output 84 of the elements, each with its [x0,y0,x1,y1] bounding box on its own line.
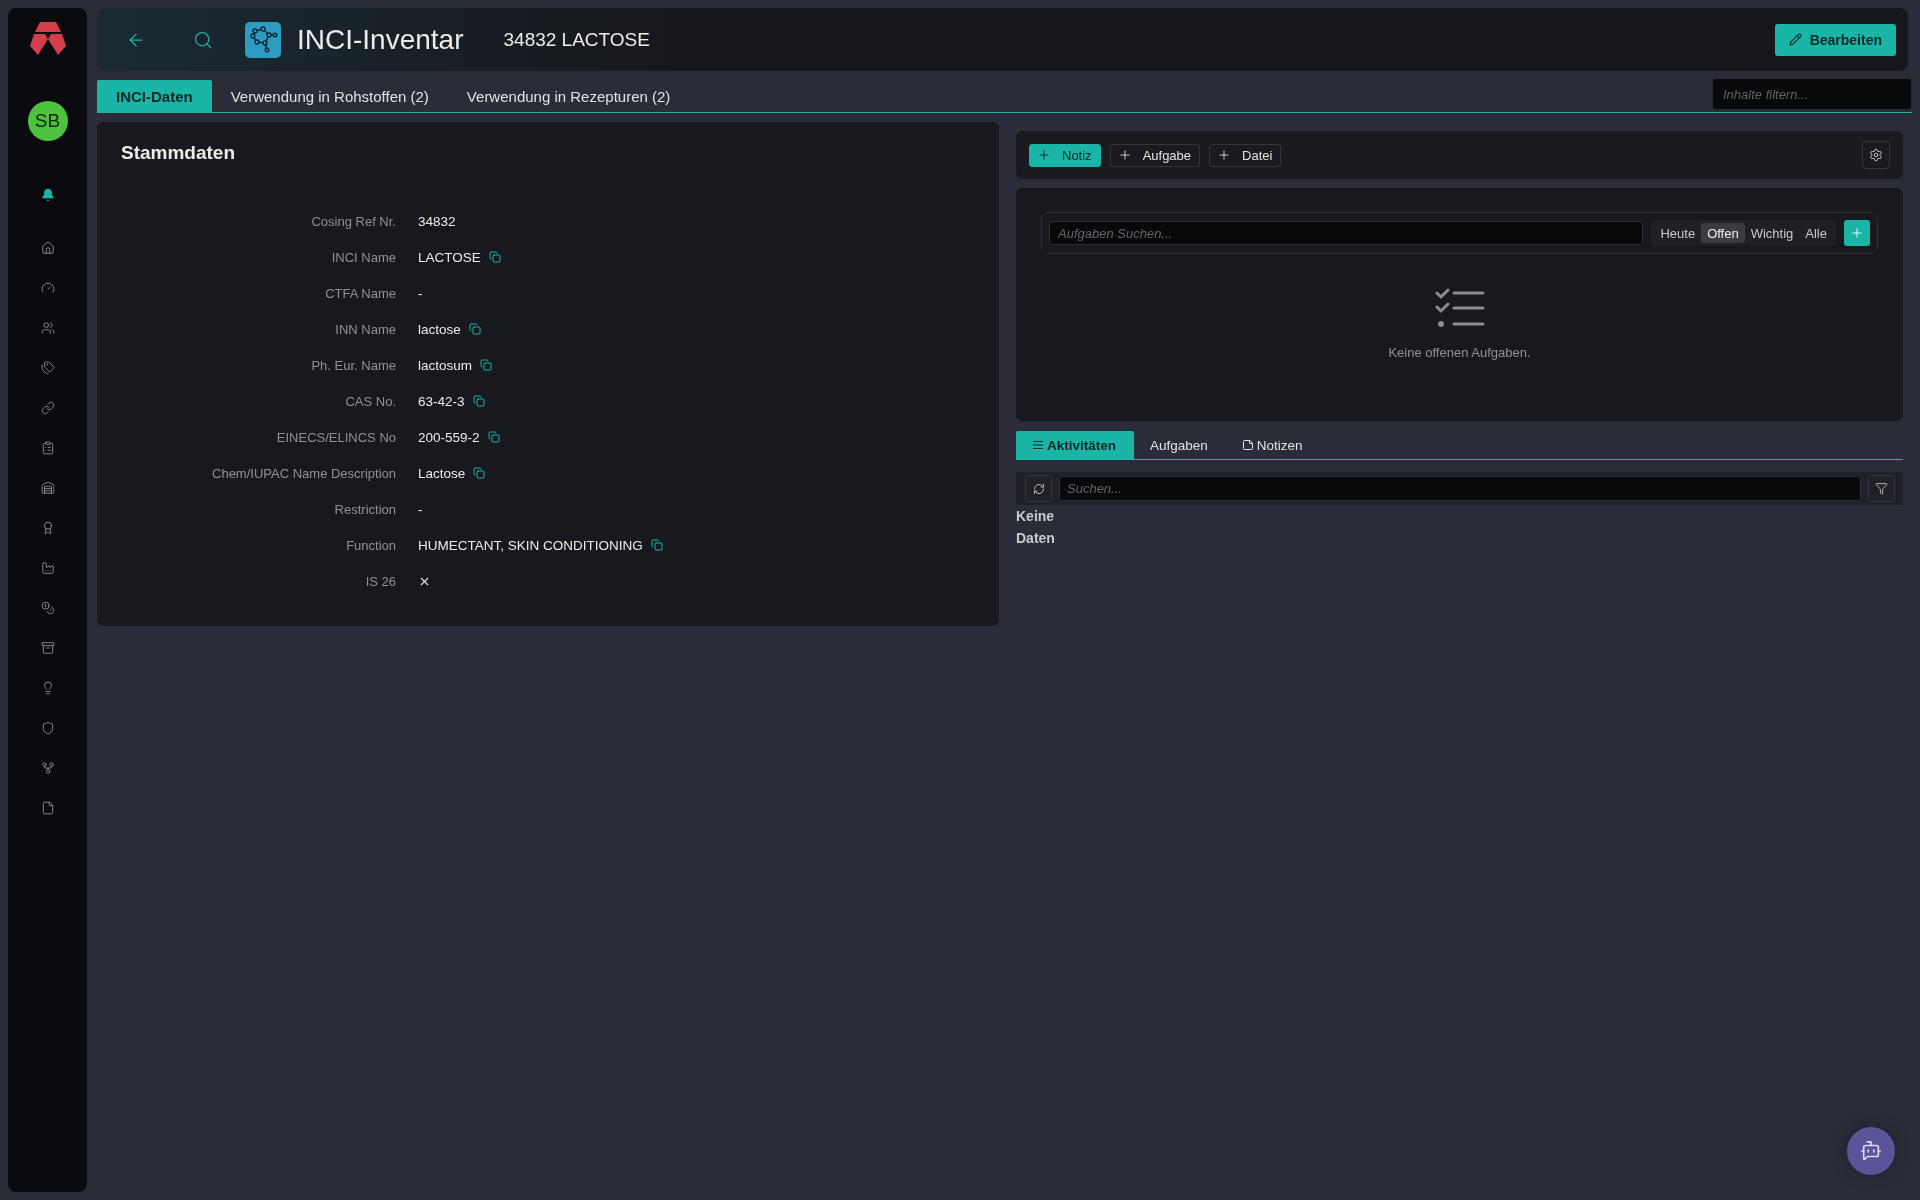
logo [29,22,66,55]
panel-title: Stammdaten [121,141,237,165]
add-button[interactable]: Notiz [1029,143,1101,167]
copy-icon[interactable] [473,467,486,479]
shield-icon[interactable] [40,721,55,735]
add-button[interactable]: Datei [1209,143,1282,167]
checklist-icon [1434,288,1485,330]
field-label: Restriction [334,501,396,517]
task-filter[interactable]: Heute [1654,223,1702,243]
task-filter[interactable]: Alle [1799,223,1833,243]
copy-icon[interactable] [487,431,500,443]
edit-button[interactable]: Bearbeiten [1774,23,1896,56]
field-label: Function [346,537,396,553]
factory-icon[interactable] [40,561,55,575]
record-title: 34832 LACTOSE [503,28,650,51]
field-label: INN Name [335,321,396,337]
add-button[interactable]: Aufgabe [1109,143,1201,167]
field-value: lactosum [418,357,473,373]
field-value: lactose [418,321,461,337]
field-label: Ph. Eur. Name [311,357,396,373]
bot-icon [1860,1140,1882,1162]
search-icon[interactable] [193,29,213,50]
tags-icon[interactable] [40,361,55,375]
tab[interactable]: Verwendung in Rezepturen (2) [447,80,690,112]
field-label: CTFA Name [325,285,396,301]
chat-bot-button[interactable] [1847,1127,1895,1175]
clipboard-icon[interactable] [40,441,55,455]
activity-search-input[interactable]: Suchen... [1059,476,1861,501]
activity-tab[interactable]: Aufgaben [1134,431,1226,459]
empty-tasks-text: Keine offenen Aufgaben. [1388,345,1531,360]
list-icon [1032,439,1044,451]
no-data-text: Keine Daten [1016,507,1055,548]
field-value: Lactose [418,465,466,481]
task-search-input[interactable]: Aufgaben Suchen... [1049,221,1644,245]
field-value: 200-559-2 [418,429,480,445]
plus-icon [1117,148,1132,162]
tab[interactable]: Verwendung in Rohstoffen (2) [211,80,448,112]
users-icon[interactable] [40,321,55,335]
field-value: LACTOSE [418,249,481,265]
bell-icon[interactable] [40,188,55,202]
field-value: 63-42-3 [418,393,465,409]
copy-icon[interactable] [488,251,501,263]
home-icon[interactable] [40,241,55,255]
field-label: Chem/IUPAC Name Description [212,465,396,481]
note-icon [1241,439,1254,451]
field-label: IS 26 [365,573,396,589]
field-label: CAS No. [345,393,396,409]
file-icon[interactable] [40,801,55,815]
settings-button[interactable] [1862,141,1890,169]
field-value: HUMECTANT, SKIN CONDITIONING [418,537,643,553]
copy-icon[interactable] [650,539,663,551]
field-label: Cosing Ref Nr. [311,213,396,229]
coins-icon[interactable] [40,601,55,615]
archive-icon[interactable] [40,641,55,655]
filter-button[interactable] [1868,475,1895,502]
plus-icon [1850,226,1864,240]
refresh-icon [1032,482,1045,495]
molecule-icon [245,21,281,58]
field-value: - [418,285,423,301]
link-icon[interactable] [40,401,55,415]
field-label: INCI Name [331,249,396,265]
copy-icon[interactable] [480,359,493,371]
refresh-button[interactable] [1025,475,1052,502]
copy-icon[interactable] [468,323,481,335]
copy-icon[interactable] [472,395,485,407]
field-value: 34832 [418,213,456,229]
user-avatar[interactable]: SB [27,101,68,141]
filter-input[interactable]: Inhalte filtern... [1712,78,1912,110]
fork-icon[interactable] [40,761,55,775]
plus-icon [1217,148,1232,162]
activity-tab[interactable]: Notizen [1225,431,1321,459]
pencil-icon [1788,33,1802,46]
activity-tab[interactable]: Aktivitäten [1016,431,1135,459]
field-label: EINECS/ELINCS No [276,429,396,445]
tab[interactable]: INCI-Daten [97,80,212,112]
warehouse-icon[interactable] [40,481,55,495]
app-title: INCI-Inventar [297,23,464,56]
task-filter[interactable]: Offen [1701,223,1745,243]
gauge-icon[interactable] [40,281,55,295]
task-filter[interactable]: Wichtig [1744,223,1800,243]
plus-icon [1037,148,1051,162]
filter-icon [1875,482,1888,495]
field-value: - [418,501,423,517]
settings-icon [1869,148,1883,162]
